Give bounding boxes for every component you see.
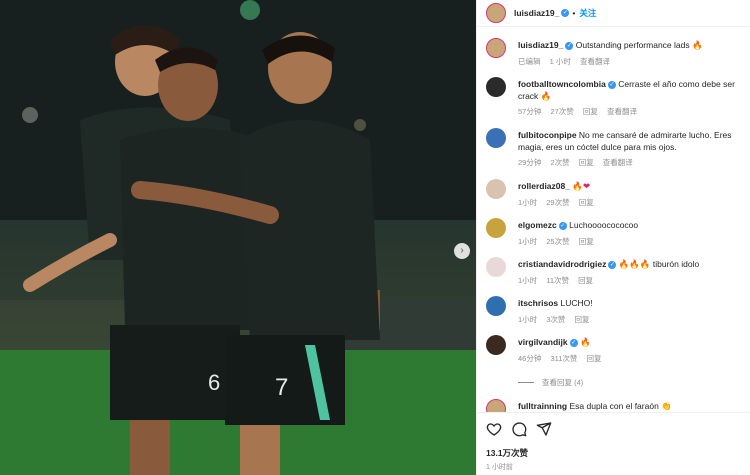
comment-likes[interactable]: 25次赞 bbox=[546, 237, 569, 246]
instagram-post-view: 6 7 › luisdiaz19_ ✓ • 关注 luisdiaz19_ ✓ O… bbox=[0, 0, 750, 475]
list-item: itschrisos LUCHO! 1小时 3次赞 回复 bbox=[486, 295, 748, 325]
heart-emoji-icon: ❤ bbox=[582, 181, 591, 191]
reply-button[interactable]: 回复 bbox=[583, 107, 598, 116]
avatar[interactable] bbox=[486, 218, 506, 238]
avatar[interactable] bbox=[486, 128, 506, 148]
translate-link[interactable]: 查看翻译 bbox=[607, 107, 637, 116]
separator: • bbox=[572, 8, 576, 18]
avatar[interactable] bbox=[486, 399, 506, 412]
translate-link[interactable]: 查看翻译 bbox=[603, 158, 633, 167]
comment-age: 1 小时 bbox=[549, 56, 571, 66]
comment-likes[interactable]: 311次赞 bbox=[550, 354, 577, 363]
comment-username[interactable]: cristiandavidrodrigiez bbox=[518, 259, 606, 269]
follow-button[interactable]: 关注 bbox=[579, 7, 596, 19]
heart-outline-icon[interactable] bbox=[486, 421, 502, 437]
celebration-photo-illustration: 6 7 bbox=[0, 0, 476, 475]
likes-count[interactable]: 13.1万次赞 bbox=[486, 447, 742, 459]
avatar[interactable] bbox=[486, 257, 506, 277]
comment-age: 1小时 bbox=[518, 197, 538, 207]
fire-emoji-icon: 🔥 bbox=[579, 337, 591, 347]
comment-username[interactable]: elgomezc bbox=[518, 220, 557, 230]
list-item: fulltrainning Esa dupla con el faraón 👏 bbox=[486, 398, 748, 412]
comment-likes[interactable]: 29次赞 bbox=[546, 198, 569, 207]
fire-emoji-icon: 🔥 bbox=[639, 259, 651, 269]
comment-age: 1小时 bbox=[518, 275, 538, 285]
post-side-panel: luisdiaz19_ ✓ • 关注 luisdiaz19_ ✓ Outstand… bbox=[476, 0, 750, 475]
comment-text: Esa dupla con el faraón bbox=[569, 401, 659, 411]
avatar[interactable] bbox=[486, 179, 506, 199]
comment-text: LUCHO! bbox=[560, 298, 593, 308]
list-item: virgilvandijk ✓ 🔥 46分钟 311次赞 回复 bbox=[486, 334, 748, 364]
comment-username[interactable]: rollerdiaz08_ bbox=[518, 181, 570, 191]
verified-badge-icon: ✓ bbox=[558, 221, 567, 230]
list-item: footballtowncolombia ✓ Cerraste el año co… bbox=[486, 76, 748, 118]
avatar[interactable] bbox=[486, 77, 506, 97]
comment-likes[interactable]: 3次赞 bbox=[546, 315, 565, 324]
fire-emoji-icon: 🔥 bbox=[618, 259, 630, 269]
post-header: luisdiaz19_ ✓ • 关注 bbox=[477, 0, 750, 27]
reply-button[interactable]: 回复 bbox=[579, 237, 594, 246]
post-actions: 13.1万次赞 1 小时前 bbox=[477, 412, 750, 472]
comment-age: 46分钟 bbox=[518, 353, 542, 363]
comment-username[interactable]: fulltrainning bbox=[518, 401, 567, 411]
comment-text: tiburón idolo bbox=[652, 259, 700, 269]
verified-badge-icon: ✓ bbox=[561, 9, 570, 17]
list-item: cristiandavidrodrigiez ✓ 🔥🔥🔥 tiburón idol… bbox=[486, 256, 748, 286]
avatar[interactable] bbox=[486, 38, 506, 58]
paper-plane-icon[interactable] bbox=[536, 421, 552, 437]
reply-button[interactable]: 回复 bbox=[578, 276, 593, 285]
verified-badge-icon: ✓ bbox=[565, 41, 574, 50]
comment-likes[interactable]: 11次赞 bbox=[546, 276, 569, 285]
comment-icon[interactable] bbox=[511, 421, 527, 437]
list-item: fulbitoconpipe No me cansaré de admirart… bbox=[486, 127, 748, 169]
comments-list: luisdiaz19_ ✓ Outstanding performance lad… bbox=[477, 32, 750, 412]
clap-emoji-icon: 👏 bbox=[661, 401, 672, 411]
avatar[interactable] bbox=[486, 3, 506, 23]
avatar[interactable] bbox=[486, 296, 506, 316]
fire-emoji-icon: 🔥 bbox=[629, 259, 640, 269]
comment-likes[interactable]: 27次赞 bbox=[550, 107, 573, 116]
comment-username[interactable]: fulbitoconpipe bbox=[518, 130, 577, 140]
edited-label: 已编辑 bbox=[518, 56, 541, 66]
list-item: rollerdiaz08_ 🔥❤ 1小时 29次赞 回复 bbox=[486, 178, 748, 208]
view-replies-label: 查看回复 (4) bbox=[542, 378, 584, 387]
reply-button[interactable]: 回复 bbox=[575, 315, 590, 324]
comment-age: 1小时 bbox=[518, 236, 538, 246]
fire-emoji-icon: 🔥 bbox=[691, 40, 703, 50]
comment-username[interactable]: luisdiaz19_ bbox=[518, 40, 563, 50]
view-replies-button[interactable]: 查看回复 (4) bbox=[518, 377, 583, 388]
reply-button[interactable]: 回复 bbox=[587, 354, 602, 363]
comment-age: 29分钟 bbox=[518, 158, 542, 167]
comment-username[interactable]: virgilvandijk bbox=[518, 337, 568, 347]
svg-text:7: 7 bbox=[275, 374, 288, 401]
comment-age: 57分钟 bbox=[518, 107, 542, 116]
fire-emoji-icon: 🔥 bbox=[572, 181, 583, 191]
comment-likes[interactable]: 2次赞 bbox=[550, 158, 569, 167]
comment-age: 1小时 bbox=[518, 314, 538, 324]
comment-username[interactable]: footballtowncolombia bbox=[518, 79, 606, 89]
divider bbox=[518, 382, 534, 383]
verified-badge-icon: ✓ bbox=[569, 338, 578, 347]
translate-link[interactable]: 查看翻译 bbox=[580, 57, 610, 66]
comment-text: Luchoooocococoo bbox=[569, 220, 639, 230]
comment-username[interactable]: itschrisos bbox=[518, 298, 558, 308]
reply-button[interactable]: 回复 bbox=[579, 198, 594, 207]
chevron-right-icon[interactable]: › bbox=[454, 243, 470, 259]
post-author-username[interactable]: luisdiaz19_ bbox=[514, 8, 559, 18]
post-time: 1 小时前 bbox=[486, 464, 513, 471]
verified-badge-icon: ✓ bbox=[607, 80, 616, 89]
list-item: elgomezc ✓ Luchoooocococoo 1小时 25次赞 回复 bbox=[486, 217, 748, 247]
comment-text: Outstanding performance lads bbox=[575, 40, 690, 50]
post-photo[interactable]: 6 7 › bbox=[0, 0, 476, 475]
avatar[interactable] bbox=[486, 335, 506, 355]
reply-button[interactable]: 回复 bbox=[579, 158, 594, 167]
fire-emoji-icon: 🔥 bbox=[540, 90, 552, 101]
list-item: luisdiaz19_ ✓ Outstanding performance lad… bbox=[486, 37, 748, 67]
verified-badge-icon: ✓ bbox=[608, 260, 617, 269]
svg-text:6: 6 bbox=[208, 370, 220, 395]
